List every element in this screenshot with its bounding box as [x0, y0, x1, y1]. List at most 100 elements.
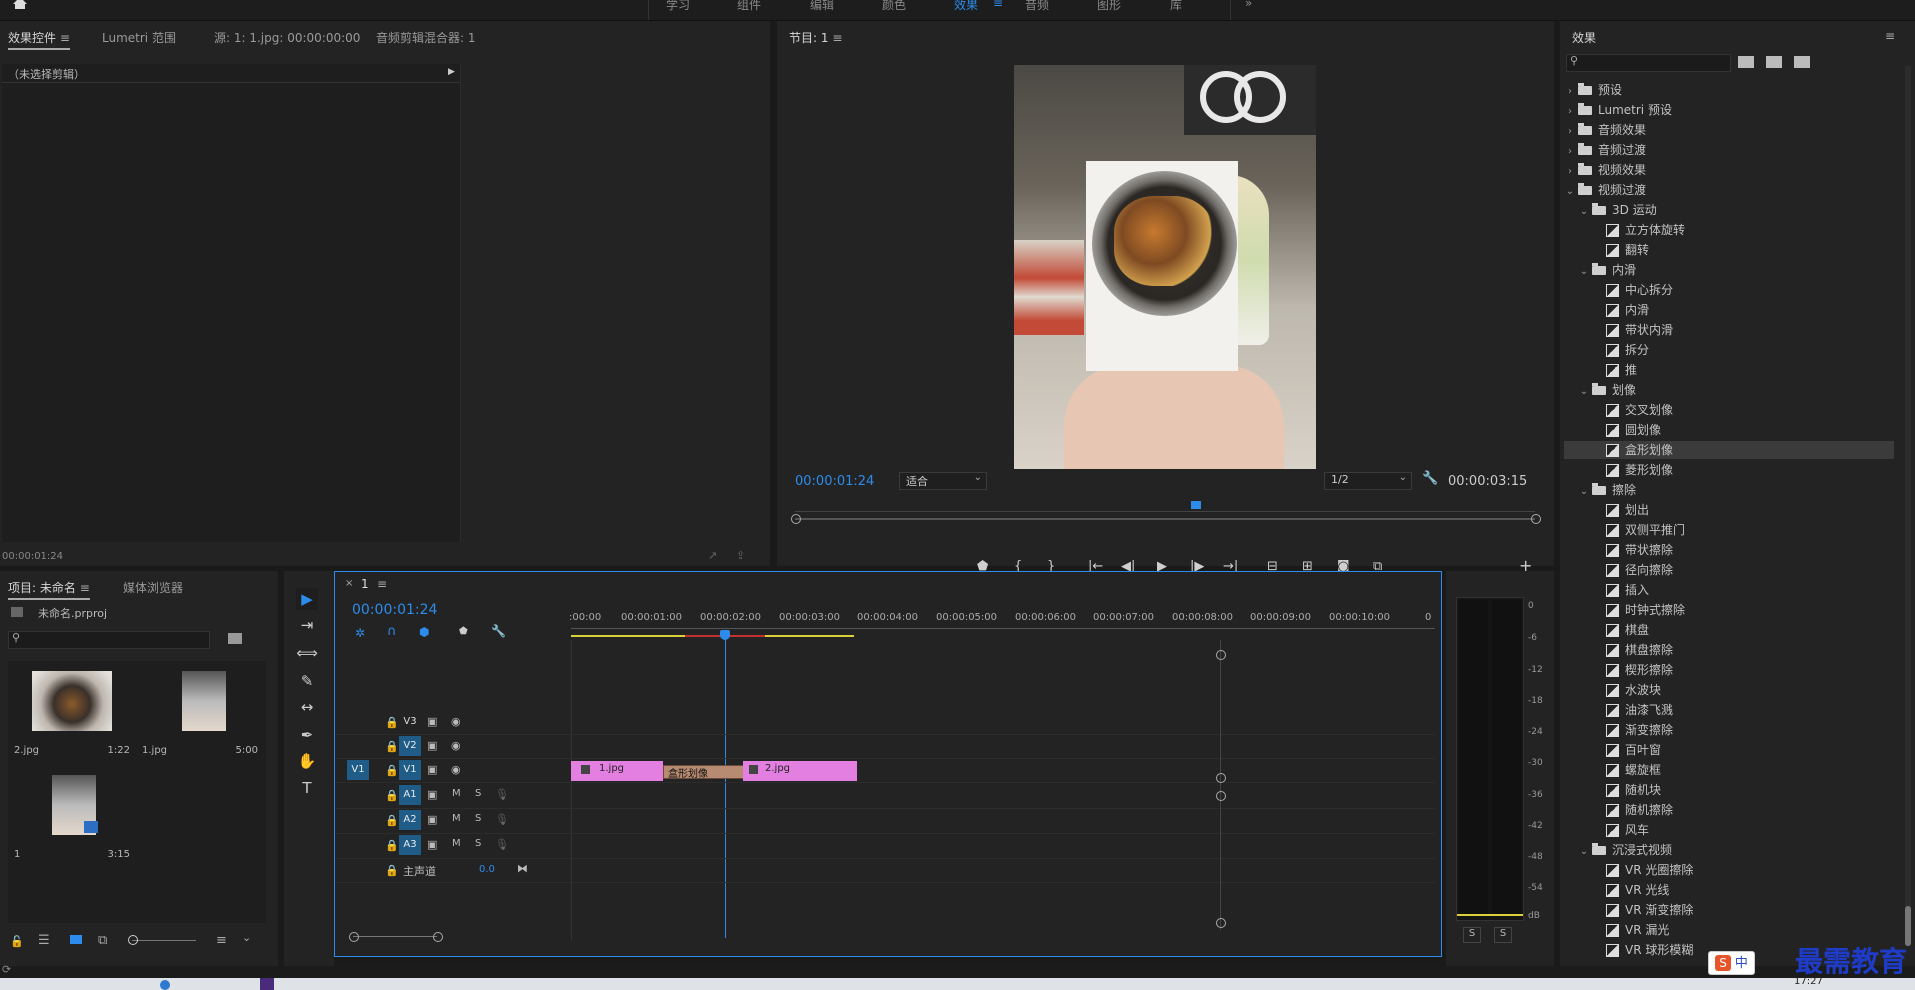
- fit-select[interactable]: 适合 ⌄: [899, 472, 987, 490]
- scroll-handle[interactable]: [1216, 918, 1226, 928]
- lock-icon[interactable]: 🔒: [385, 716, 399, 729]
- scroll-handle-left[interactable]: [791, 514, 801, 524]
- sync-lock-icon[interactable]: ▣: [427, 838, 437, 851]
- list-view-icon[interactable]: ☰: [38, 933, 50, 948]
- chevron-down-icon[interactable]: ⌄: [1578, 203, 1590, 221]
- razor-tool-icon[interactable]: ✎: [296, 670, 318, 692]
- marker-icon[interactable]: ⬟: [459, 626, 468, 637]
- lock-icon[interactable]: 🔒: [385, 864, 399, 877]
- panel-menu-icon[interactable]: ≡: [832, 31, 842, 45]
- taskbar-app-icon[interactable]: [160, 980, 170, 990]
- chevron-down-icon[interactable]: ⌄: [1578, 483, 1590, 501]
- pen-tool-icon[interactable]: ✒: [296, 724, 318, 746]
- chevron-right-icon[interactable]: ›: [1564, 83, 1576, 101]
- panel-menu-icon[interactable]: ≡: [80, 581, 90, 595]
- effects-folder[interactable]: ⌄ 擦除: [1564, 481, 1894, 499]
- track-target-v2[interactable]: V2: [399, 736, 421, 756]
- tab-sequence[interactable]: 1: [361, 577, 369, 591]
- solo-button[interactable]: S: [475, 788, 481, 799]
- workspace-color[interactable]: 颜色: [882, 0, 906, 13]
- effect-item[interactable]: 推: [1564, 361, 1894, 379]
- workspace-libraries[interactable]: 库: [1170, 0, 1182, 13]
- scroll-handle-right[interactable]: [1531, 514, 1541, 524]
- effect-item[interactable]: 圆划像: [1564, 421, 1894, 439]
- transition-box-wipe[interactable]: 盒形划像: [663, 765, 745, 780]
- hand-tool-icon[interactable]: ✋: [296, 750, 318, 772]
- eye-icon[interactable]: ◉: [451, 763, 461, 776]
- sync-lock-icon[interactable]: ▣: [427, 739, 437, 752]
- panel-menu-icon[interactable]: ≡: [1885, 29, 1895, 43]
- effect-item[interactable]: 水波块: [1564, 681, 1894, 699]
- effect-item[interactable]: 径向擦除: [1564, 561, 1894, 579]
- microphone-icon[interactable]: 🎙: [495, 788, 509, 801]
- tab-project[interactable]: 项目: 未命名 ≡: [8, 579, 90, 600]
- source-patch-v1[interactable]: V1: [347, 760, 369, 780]
- meter-solo-left[interactable]: S: [1463, 927, 1481, 943]
- 32bit-effects-icon[interactable]: [1766, 56, 1782, 68]
- effect-item[interactable]: 盒形划像: [1564, 441, 1894, 459]
- effect-item[interactable]: VR 渐变擦除: [1564, 901, 1894, 919]
- sync-lock-icon[interactable]: ▣: [427, 813, 437, 826]
- time-ruler[interactable]: :00:00 00:00:01:00 00:00:02:00 00:00:03:…: [569, 612, 1435, 640]
- effects-folder[interactable]: › Lumetri 预设: [1564, 101, 1894, 119]
- track-target-a1[interactable]: A1: [399, 785, 421, 805]
- yuv-effects-icon[interactable]: [1794, 56, 1810, 68]
- workspace-effects[interactable]: 效果: [954, 0, 978, 13]
- export-frame-icon[interactable]: ↗: [708, 549, 717, 562]
- horizontal-scrollbar[interactable]: [353, 936, 437, 937]
- linked-selection-icon[interactable]: ∩: [387, 624, 397, 639]
- effect-item[interactable]: 拆分: [1564, 341, 1894, 359]
- effect-item[interactable]: 立方体旋转: [1564, 221, 1894, 239]
- program-title[interactable]: 节目: 1 ≡: [789, 29, 842, 46]
- chevron-down-icon[interactable]: ⌄: [242, 931, 251, 944]
- project-item[interactable]: 1 3:15: [12, 771, 132, 867]
- mute-button[interactable]: M: [452, 813, 461, 824]
- chevron-down-icon[interactable]: ⌄: [1578, 383, 1590, 401]
- effect-item[interactable]: 交叉划像: [1564, 401, 1894, 419]
- scroll-handle[interactable]: [1216, 791, 1226, 801]
- workspace-editing[interactable]: 编辑: [810, 0, 834, 13]
- sync-lock-icon[interactable]: ▣: [427, 788, 437, 801]
- effects-folder[interactable]: ⌄ 视频过渡: [1564, 181, 1894, 199]
- settings-wrench-icon[interactable]: 🔧: [491, 624, 506, 638]
- zoom-handle-left[interactable]: [349, 932, 359, 942]
- effect-item[interactable]: 带状内滑: [1564, 321, 1894, 339]
- effect-item[interactable]: 划出: [1564, 501, 1894, 519]
- tab-effect-controls[interactable]: 效果控件 ≡: [8, 29, 70, 50]
- timeline-timecode[interactable]: 00:00:01:24: [352, 602, 437, 618]
- new-search-bin-icon[interactable]: [228, 633, 242, 644]
- effect-item[interactable]: 渐变擦除: [1564, 721, 1894, 739]
- slip-tool-icon[interactable]: ↔: [296, 696, 318, 718]
- effect-item[interactable]: 双侧平推门: [1564, 521, 1894, 539]
- effect-item[interactable]: 中心拆分: [1564, 281, 1894, 299]
- add-marker-icon[interactable]: ⬢: [419, 625, 429, 639]
- workspace-learn[interactable]: 学习: [666, 0, 690, 13]
- track-target-a3[interactable]: A3: [399, 835, 421, 855]
- video-frame[interactable]: [1014, 65, 1316, 469]
- taskbar-app-icon[interactable]: [260, 978, 274, 990]
- meter-solo-right[interactable]: S: [1494, 927, 1512, 943]
- solo-button[interactable]: S: [475, 838, 481, 849]
- solo-button[interactable]: S: [475, 813, 481, 824]
- type-tool-icon[interactable]: T: [296, 777, 318, 799]
- clip-2jpg[interactable]: 2.jpg: [743, 761, 857, 781]
- panel-menu-icon[interactable]: ≡: [60, 31, 70, 45]
- project-item[interactable]: 1.jpg 5:00: [140, 667, 260, 763]
- chevron-down-icon[interactable]: ⌄: [1578, 263, 1590, 281]
- mute-button[interactable]: M: [452, 838, 461, 849]
- project-search-input[interactable]: ⚲: [8, 631, 210, 649]
- ime-indicator[interactable]: S 中: [1708, 951, 1755, 975]
- chevron-down-icon[interactable]: ⌄: [1564, 183, 1576, 201]
- lock-icon[interactable]: 🔒: [385, 814, 399, 827]
- effects-search-input[interactable]: ⚲: [1566, 54, 1731, 72]
- tab-audio-clip-mixer[interactable]: 音频剪辑混合器: 1: [376, 29, 476, 46]
- chevron-right-icon[interactable]: ›: [1564, 103, 1576, 121]
- microphone-icon[interactable]: 🎙: [495, 813, 509, 826]
- wrench-icon[interactable]: 🔧: [1422, 471, 1438, 486]
- effect-item[interactable]: VR 光线: [1564, 881, 1894, 899]
- selection-tool-icon[interactable]: ▶: [296, 588, 318, 610]
- chevron-down-icon[interactable]: ⌄: [1578, 843, 1590, 861]
- effect-item[interactable]: 棋盘: [1564, 621, 1894, 639]
- effect-item[interactable]: 楔形擦除: [1564, 661, 1894, 679]
- effects-folder[interactable]: ⌄ 内滑: [1564, 261, 1894, 279]
